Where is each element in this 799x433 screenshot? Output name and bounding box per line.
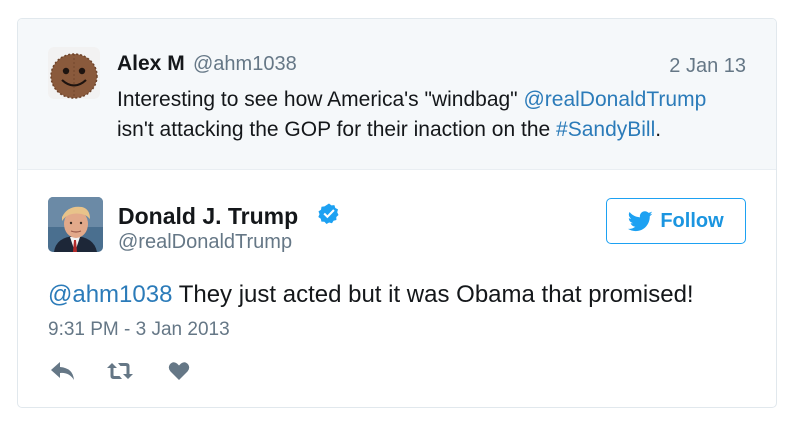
hashtag-link[interactable]: #SandyBill (556, 118, 655, 141)
retweet-icon (107, 363, 133, 379)
sackboy-avatar-image (48, 47, 100, 99)
context-author-handle[interactable]: @ahm1038 (193, 53, 297, 76)
context-tweet-text: Interesting to see how America's "windba… (117, 85, 757, 145)
donald-trump-avatar[interactable] (48, 197, 103, 252)
reply-icon (51, 362, 74, 380)
context-author-name[interactable]: Alex M (117, 52, 185, 76)
reply-button[interactable] (50, 359, 76, 383)
mention-link[interactable]: @ahm1038 (48, 281, 172, 308)
tweet-text: @ahm1038 They just acted but it was Obam… (48, 281, 694, 309)
twitter-bird-icon (628, 210, 653, 231)
tweet-timestamp[interactable]: 9:31 PM - 3 Jan 2013 (48, 319, 230, 341)
profile-photo-image (48, 197, 103, 252)
context-text-part: . (655, 118, 662, 141)
alex-m-avatar[interactable] (48, 47, 100, 99)
follow-button[interactable]: Follow (606, 198, 746, 244)
author-name[interactable]: Donald J. Trump (118, 203, 298, 230)
in-reply-to-tweet[interactable]: Alex M @ahm1038 2 Jan 13 Interesting to … (18, 19, 776, 170)
retweet-button[interactable] (106, 359, 134, 383)
context-tweet-date[interactable]: 2 Jan 13 (669, 55, 746, 78)
like-button[interactable] (168, 359, 190, 383)
verified-badge-icon (318, 203, 339, 224)
context-text-part: isn't attacking the GOP for their inacti… (117, 118, 557, 141)
author-handle[interactable]: @realDonaldTrump (118, 231, 292, 254)
mention-link[interactable]: @realDonaldTrump (523, 88, 706, 111)
heart-icon (168, 362, 190, 380)
context-text-part: Interesting to see how America's "windba… (117, 88, 524, 111)
follow-label: Follow (660, 209, 724, 232)
tweet-body: They just acted but it was Obama that pr… (172, 281, 694, 308)
embedded-tweet-card: Alex M @ahm1038 2 Jan 13 Interesting to … (17, 18, 777, 408)
